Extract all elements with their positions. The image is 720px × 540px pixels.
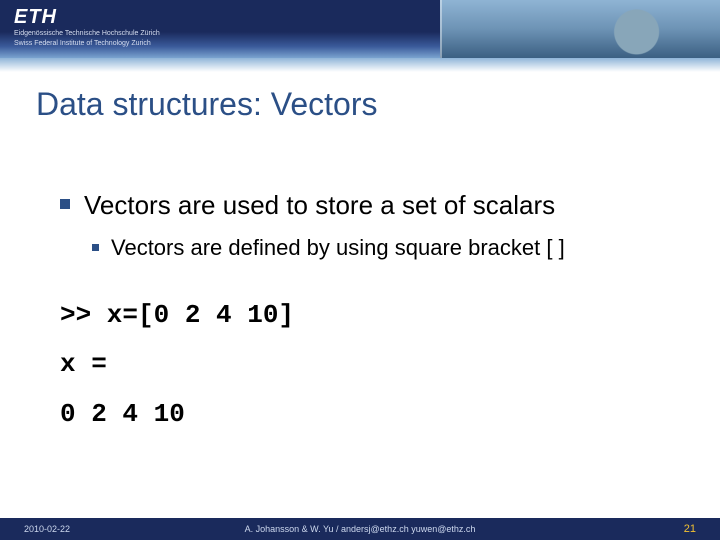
footer-authors: A. Johansson & W. Yu / andersj@ethz.ch y… xyxy=(245,524,476,534)
header-photo xyxy=(440,0,720,58)
slide-content: Vectors are used to store a set of scala… xyxy=(60,190,680,439)
header-band: ETH Eidgenössische Technische Hochschule… xyxy=(0,0,720,58)
bullet-level1: Vectors are used to store a set of scala… xyxy=(60,190,680,221)
bullet-level2: Vectors are defined by using square brac… xyxy=(92,235,680,261)
eth-subtitle-de: Eidgenössische Technische Hochschule Zür… xyxy=(14,30,160,37)
bullet-square-icon xyxy=(60,199,70,209)
header-gradient xyxy=(0,58,720,72)
code-block: >> x=[0 2 4 10] x = 0 2 4 10 xyxy=(60,291,680,439)
eth-logo: ETH xyxy=(14,6,57,29)
eth-subtitle-en: Swiss Federal Institute of Technology Zu… xyxy=(14,40,151,47)
code-line-3: 0 2 4 10 xyxy=(60,390,680,439)
bullet-level1-text: Vectors are used to store a set of scala… xyxy=(84,190,555,221)
bullet-level2-text: Vectors are defined by using square brac… xyxy=(111,235,565,261)
code-line-2: x = xyxy=(60,340,680,389)
footer-bar: 2010-02-22 A. Johansson & W. Yu / anders… xyxy=(0,518,720,540)
footer-page-number: 21 xyxy=(684,523,696,535)
footer-date: 2010-02-22 xyxy=(24,524,70,534)
slide: ETH Eidgenössische Technische Hochschule… xyxy=(0,0,720,540)
slide-title: Data structures: Vectors xyxy=(36,86,377,123)
bullet-square-icon xyxy=(92,244,99,251)
code-line-1: >> x=[0 2 4 10] xyxy=(60,291,680,340)
